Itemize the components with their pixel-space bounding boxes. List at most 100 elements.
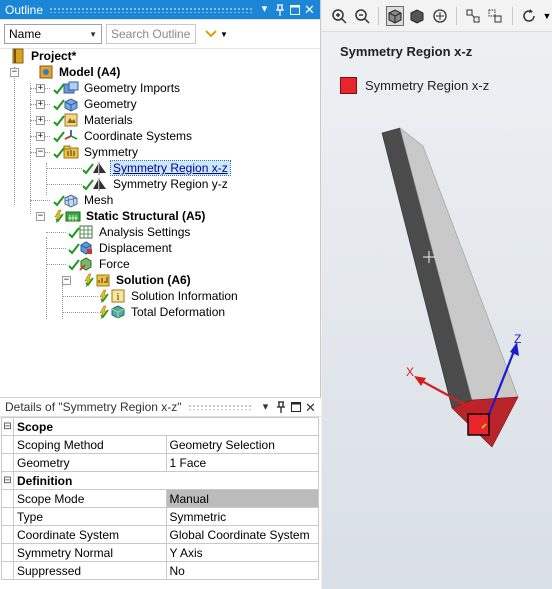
expand-toggle[interactable]: + bbox=[36, 100, 45, 109]
expand-toggle[interactable]: + bbox=[36, 132, 45, 141]
legend-label: Symmetry Region x-z bbox=[365, 78, 490, 93]
static-structural-icon bbox=[65, 208, 81, 224]
row-suppressed: Suppressed No bbox=[1, 561, 319, 580]
materials-icon bbox=[63, 112, 79, 128]
tree-item-analysis-settings[interactable]: Analysis Settings bbox=[68, 224, 192, 240]
row-coordinate-system: Coordinate System Global Coordinate Syst… bbox=[1, 525, 319, 544]
lightning-check-icon bbox=[83, 272, 95, 288]
maximize-icon[interactable] bbox=[289, 401, 302, 414]
check-icon bbox=[53, 96, 65, 112]
close-icon[interactable]: ✕ bbox=[303, 3, 316, 16]
left-panel: Outline ▾ ✕ Name ▼ ▼ bbox=[0, 0, 321, 589]
row-type: Type Symmetric bbox=[1, 507, 319, 526]
property-name: Scope Mode bbox=[13, 489, 167, 508]
expand-toggle[interactable]: + bbox=[36, 116, 45, 125]
tree-item-force[interactable]: Force bbox=[68, 256, 132, 272]
property-name: Symmetry Normal bbox=[13, 543, 167, 562]
collapse-toggle[interactable]: ⊟ bbox=[1, 471, 14, 490]
details-panel: Details of "Symmetry Region x-z" ▾ ✕ ⊟ S… bbox=[0, 397, 321, 589]
tree-item-solution[interactable]: Solution (A6) bbox=[83, 272, 193, 288]
tree-item-symmetry[interactable]: Symmetry bbox=[53, 144, 140, 160]
search-options-button[interactable]: ▼ bbox=[204, 29, 228, 39]
property-value[interactable]: Geometry Selection bbox=[165, 435, 319, 454]
lightning-check-icon bbox=[98, 304, 110, 320]
solution-icon bbox=[95, 272, 111, 288]
geometry-icon bbox=[63, 96, 79, 112]
search-input[interactable] bbox=[106, 24, 196, 44]
tree-item-total-deformation[interactable]: Total Deformation bbox=[98, 304, 227, 320]
property-name: Scoping Method bbox=[13, 435, 167, 454]
symmetry-region-icon bbox=[92, 160, 108, 176]
tree-item-model[interactable]: Model (A4) bbox=[38, 64, 122, 80]
symmetry-region-icon bbox=[92, 176, 108, 192]
tree-item-solution-information[interactable]: i Solution Information bbox=[98, 288, 240, 304]
check-icon bbox=[82, 160, 94, 176]
dropdown-icon[interactable]: ▾ bbox=[258, 3, 271, 16]
tree-item-project[interactable]: Project* bbox=[10, 48, 78, 64]
collapse-toggle[interactable]: − bbox=[10, 68, 19, 77]
check-icon bbox=[68, 224, 80, 240]
property-value[interactable]: Symmetric bbox=[165, 507, 319, 526]
property-name: Type bbox=[13, 507, 167, 526]
lightning-check-icon bbox=[53, 208, 65, 224]
property-name: Suppressed bbox=[13, 561, 167, 580]
group-title: Definition bbox=[13, 471, 319, 490]
tree-item-materials[interactable]: Materials bbox=[53, 112, 135, 128]
outline-title: Outline bbox=[5, 2, 44, 17]
property-name: Coordinate System bbox=[13, 525, 167, 544]
property-value[interactable]: Manual bbox=[165, 489, 319, 508]
expand-toggle[interactable]: + bbox=[36, 84, 45, 93]
collapse-toggle[interactable]: − bbox=[62, 276, 71, 285]
property-value[interactable]: No bbox=[165, 561, 319, 580]
tree-item-symmetry-region-xz[interactable]: Symmetry Region x-z bbox=[82, 160, 231, 176]
titlebar-grip[interactable] bbox=[187, 404, 253, 410]
viewport-title: Symmetry Region x-z bbox=[340, 44, 473, 59]
property-value[interactable]: 1 Face bbox=[165, 453, 319, 472]
collapse-toggle[interactable]: − bbox=[36, 212, 45, 221]
check-icon bbox=[82, 176, 94, 192]
symmetry-folder-icon bbox=[63, 144, 79, 160]
tree-item-mesh[interactable]: Mesh bbox=[53, 192, 115, 208]
check-icon bbox=[53, 80, 65, 96]
property-name: Geometry bbox=[13, 453, 167, 472]
maximize-icon[interactable] bbox=[288, 3, 301, 16]
check-icon bbox=[68, 256, 80, 272]
check-icon bbox=[53, 112, 65, 128]
tree-item-static-structural[interactable]: Static Structural (A5) bbox=[53, 208, 207, 224]
svg-text:i: i bbox=[117, 292, 120, 303]
coordinate-systems-icon bbox=[63, 128, 79, 144]
graphics-viewport[interactable]: X Z ▼ Symmetry Region x-z Symmetry Regio… bbox=[322, 0, 552, 589]
property-value[interactable]: Y Axis bbox=[165, 543, 319, 562]
row-scoping-method: Scoping Method Geometry Selection bbox=[1, 435, 319, 454]
group-definition: ⊟ Definition bbox=[1, 471, 319, 490]
tree-item-geometry-imports[interactable]: Geometry Imports bbox=[53, 80, 182, 96]
mesh-icon bbox=[63, 192, 79, 208]
viewport-legend: Symmetry Region x-z bbox=[340, 77, 489, 94]
pin-icon[interactable] bbox=[273, 3, 286, 16]
tree-item-displacement[interactable]: Displacement bbox=[68, 240, 174, 256]
row-geometry: Geometry 1 Face bbox=[1, 453, 319, 472]
tree-item-coordinate-systems[interactable]: Coordinate Systems bbox=[53, 128, 194, 144]
row-symmetry-normal: Symmetry Normal Y Axis bbox=[1, 543, 319, 562]
collapse-toggle[interactable]: − bbox=[36, 148, 45, 157]
details-title: Details of "Symmetry Region x-z" bbox=[5, 400, 182, 414]
tree-item-geometry[interactable]: Geometry bbox=[53, 96, 139, 112]
property-value[interactable]: Global Coordinate System bbox=[165, 525, 319, 544]
filter-select[interactable]: Name ▼ bbox=[4, 24, 102, 44]
tree-item-symmetry-region-yz[interactable]: Symmetry Region y-z bbox=[82, 176, 230, 192]
filter-select-value: Name bbox=[9, 27, 42, 41]
expand-chevron-icon bbox=[205, 30, 217, 38]
close-icon[interactable]: ✕ bbox=[304, 401, 317, 414]
pin-icon[interactable] bbox=[274, 401, 287, 414]
titlebar-grip[interactable] bbox=[49, 6, 252, 13]
x-axis-label: X bbox=[406, 365, 414, 379]
dropdown-icon[interactable]: ▾ bbox=[259, 401, 272, 414]
row-scope-mode: Scope Mode Manual bbox=[1, 489, 319, 508]
force-icon bbox=[78, 256, 94, 272]
check-icon bbox=[68, 240, 80, 256]
collapse-toggle[interactable]: ⊟ bbox=[1, 417, 14, 436]
model-icon bbox=[38, 64, 54, 80]
solution-information-icon: i bbox=[110, 288, 126, 304]
geometry-imports-icon bbox=[63, 80, 79, 96]
group-title: Scope bbox=[13, 417, 319, 436]
